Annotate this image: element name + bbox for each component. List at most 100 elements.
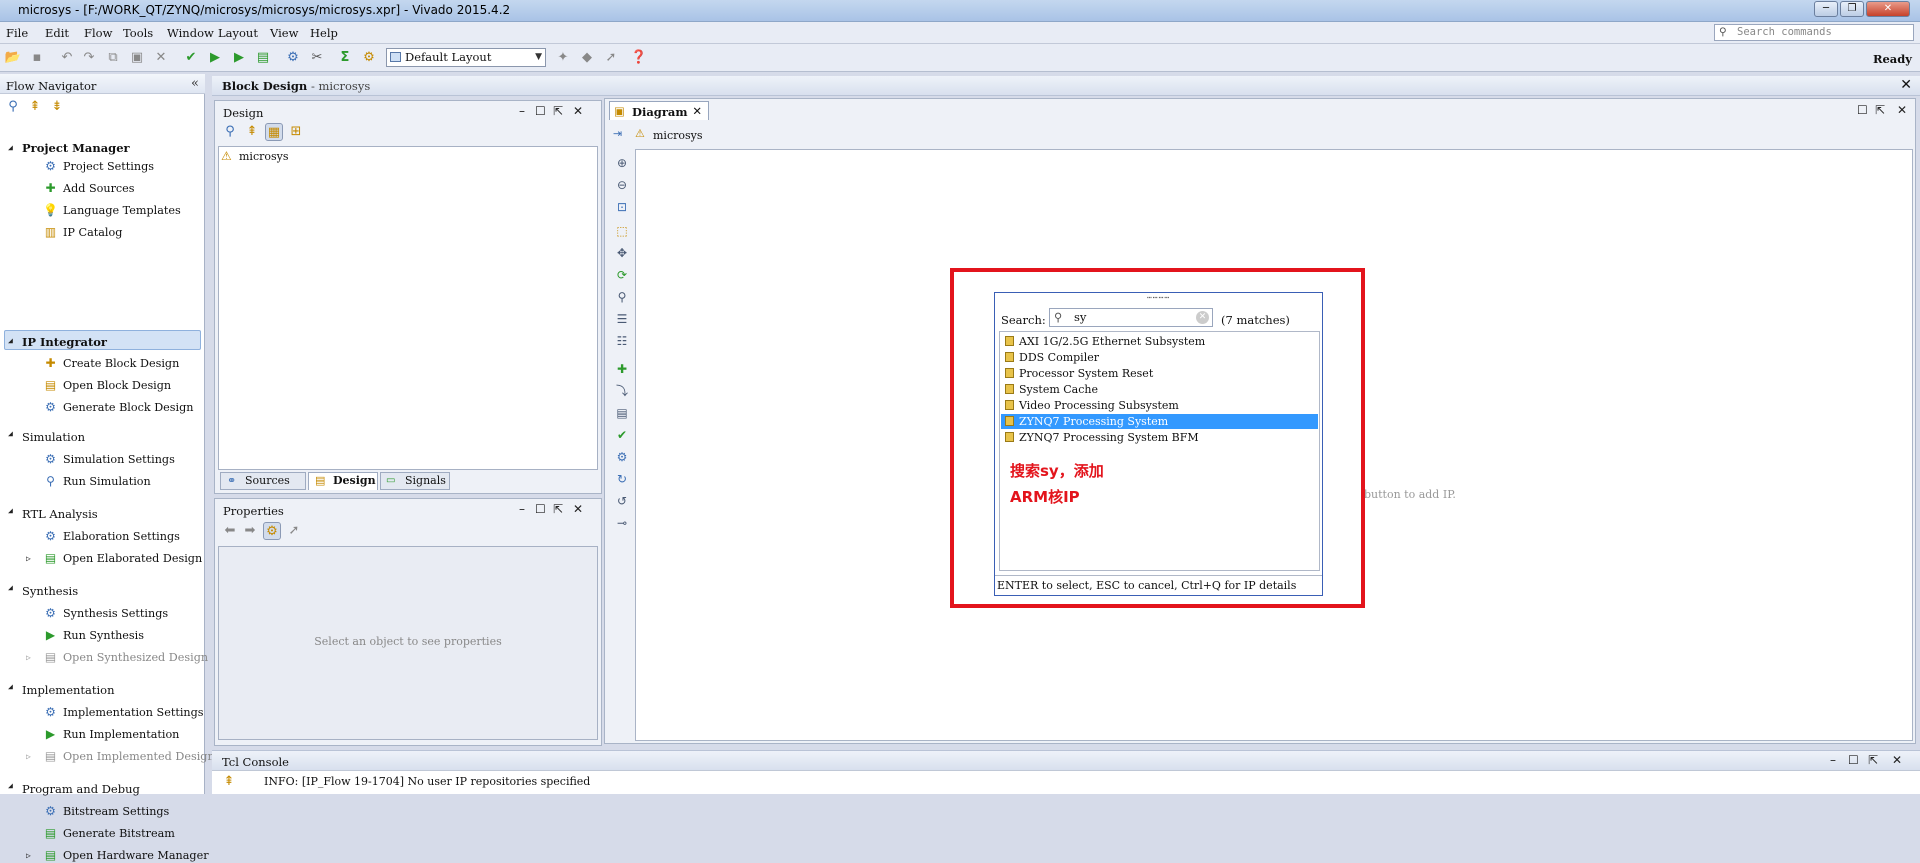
port-icon[interactable]: ▤ (613, 405, 631, 421)
tab-sources[interactable]: ⚭ Sources (220, 472, 306, 490)
maximize-icon[interactable]: ☐ (535, 502, 546, 516)
maximize-icon[interactable]: ☐ (1848, 753, 1859, 767)
expand-all-icon[interactable]: ⇟ (48, 98, 66, 116)
menu-window[interactable]: Window (167, 26, 214, 40)
nav-elaboration-settings[interactable]: Elaboration Settings (63, 530, 180, 543)
minimize-icon[interactable]: – (519, 502, 525, 516)
zoom-in-icon[interactable]: ⊕ (613, 155, 631, 171)
close-tab-icon[interactable]: ✕ (692, 104, 702, 118)
redo-icon[interactable]: ↷ (80, 49, 98, 67)
tab-design[interactable]: ▤ Design (308, 472, 378, 490)
collapse-all-icon[interactable]: ⇞ (243, 123, 261, 141)
float-icon[interactable]: ⇱ (1875, 103, 1885, 117)
section-simulation[interactable]: Simulation (22, 430, 85, 444)
menu-help[interactable]: Help (310, 26, 338, 40)
nav-open-elaborated-design[interactable]: Open Elaborated Design (63, 552, 202, 565)
list-item[interactable]: System Cache (1001, 382, 1318, 397)
nav-language-templates[interactable]: Language Templates (63, 204, 181, 217)
paste-icon[interactable]: ▣ (128, 49, 146, 67)
help-icon[interactable]: ❓ (630, 49, 648, 67)
clear-icon[interactable]: ✕ (1196, 311, 1209, 324)
nav-open-hardware-manager[interactable]: Open Hardware Manager (63, 849, 209, 862)
minimize-icon[interactable]: – (1830, 753, 1836, 767)
expanded-triangle-icon[interactable]: ◢ (8, 143, 13, 152)
menu-layout[interactable]: Layout (218, 26, 258, 40)
nav-bitstream-settings[interactable]: Bitstream Settings (63, 805, 169, 818)
close-icon[interactable]: ✕ (573, 104, 583, 118)
section-synthesis[interactable]: Synthesis (22, 584, 78, 598)
search-icon[interactable]: ⚲ (221, 123, 239, 141)
validate-icon[interactable]: ✔ (613, 427, 631, 443)
expanded-triangle-icon[interactable]: ◢ (8, 429, 13, 438)
tab-signals[interactable]: ▭ Signals (380, 472, 450, 490)
close-icon[interactable]: ✕ (1900, 77, 1912, 93)
forward-arrow-icon[interactable]: ➡ (241, 522, 259, 540)
sigma-icon[interactable]: Σ (336, 49, 354, 67)
nav-create-block-design[interactable]: Create Block Design (63, 357, 179, 370)
add-ip-icon[interactable]: ✚ (613, 361, 631, 377)
back-arrow-icon[interactable]: ⬅ (221, 522, 239, 540)
rotate-icon[interactable]: ↺ (613, 493, 631, 509)
close-window-button[interactable]: ✕ (1866, 1, 1910, 17)
collapsed-triangle-icon[interactable]: ▷ (26, 851, 31, 860)
run-synthesis-icon[interactable]: ✔ (182, 49, 200, 67)
nav-run-synthesis[interactable]: Run Synthesis (63, 629, 144, 642)
run-icon[interactable]: ▶ (230, 49, 248, 67)
list-item[interactable]: AXI 1G/2.5G Ethernet Subsystem (1001, 334, 1318, 349)
section-implementation[interactable]: Implementation (22, 683, 115, 697)
restore-button[interactable]: ❐ (1840, 1, 1864, 17)
close-icon[interactable]: ✕ (573, 502, 583, 516)
nav-run-implementation[interactable]: Run Implementation (63, 728, 179, 741)
search-icon[interactable]: ⚲ (613, 289, 631, 305)
debug-icon[interactable]: ✦ (554, 49, 572, 67)
settings-icon[interactable]: ⚙ (284, 49, 302, 67)
properties-settings-icon[interactable]: ⚙ (263, 522, 281, 540)
nav-add-sources[interactable]: Add Sources (63, 182, 135, 195)
section-ip-integrator[interactable]: IP Integrator (22, 335, 107, 349)
zoom-out-icon[interactable]: ⊖ (613, 177, 631, 193)
expanded-triangle-icon[interactable]: ◢ (8, 336, 13, 345)
open-project-icon[interactable]: 📂 (4, 49, 22, 67)
auto-connect-icon[interactable]: ⟳ (613, 267, 631, 283)
pin-icon[interactable]: ⊸ (613, 515, 631, 531)
menu-file[interactable]: File (6, 26, 28, 40)
copy-icon[interactable]: ⧉ (104, 49, 122, 67)
list-item[interactable]: ZYNQ7 Processing System BFM (1001, 430, 1318, 445)
pointer-icon[interactable]: ➚ (285, 522, 303, 540)
select-area-icon[interactable]: ⬚ (613, 223, 631, 239)
nav-simulation-settings[interactable]: Simulation Settings (63, 453, 175, 466)
menu-flow[interactable]: Flow (84, 26, 112, 40)
save-icon[interactable]: ▪ (28, 49, 46, 67)
navigate-icon[interactable]: ⇥ (613, 127, 622, 140)
regenerate-icon[interactable]: ⚙ (613, 449, 631, 465)
tools-icon[interactable]: ✂ (308, 49, 326, 67)
run-implementation-icon[interactable]: ▶ (206, 49, 224, 67)
tab-diagram[interactable]: ▣ Diagram ✕ (609, 101, 709, 120)
nav-generate-bitstream[interactable]: Generate Bitstream (63, 827, 175, 840)
collapsed-triangle-icon[interactable]: ▷ (26, 752, 31, 761)
menu-edit[interactable]: Edit (45, 26, 69, 40)
nav-open-block-design[interactable]: Open Block Design (63, 379, 171, 392)
generate-bitstream-icon[interactable]: ▤ (254, 49, 272, 67)
float-icon[interactable]: ⇱ (1868, 753, 1878, 767)
fit-selection-icon[interactable]: ✥ (613, 245, 631, 261)
minimize-icon[interactable]: ☐ (1857, 103, 1868, 117)
list-item-selected[interactable]: ZYNQ7 Processing System (1001, 414, 1318, 429)
nav-run-simulation[interactable]: Run Simulation (63, 475, 151, 488)
nav-project-settings[interactable]: Project Settings (63, 160, 154, 173)
menu-tools[interactable]: Tools (123, 26, 153, 40)
diagram-breadcrumb[interactable]: microsys (653, 129, 703, 142)
close-icon[interactable]: ✕ (1897, 103, 1907, 117)
list-item[interactable]: Video Processing Subsystem (1001, 398, 1318, 413)
tree-icon[interactable]: ⊞ (287, 123, 305, 141)
nav-ip-catalog[interactable]: IP Catalog (63, 226, 122, 239)
nav-synthesis-settings[interactable]: Synthesis Settings (63, 607, 168, 620)
hierarchy-icon[interactable]: ▦ (265, 123, 283, 141)
maximize-icon[interactable]: ☐ (535, 104, 546, 118)
float-icon[interactable]: ⇱ (553, 502, 563, 516)
debug-mark-icon[interactable]: ◆ (578, 49, 596, 67)
drag-handle[interactable]: ⋯⋯⋯⋯ (995, 294, 1322, 302)
pointer-icon[interactable]: ➚ (602, 49, 620, 67)
distribute-icon[interactable]: ☷ (613, 333, 631, 349)
expanded-triangle-icon[interactable]: ◢ (8, 682, 13, 691)
